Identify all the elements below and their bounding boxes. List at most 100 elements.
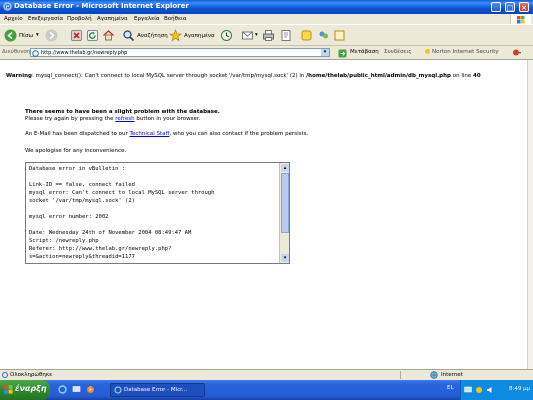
mail-icon[interactable] bbox=[241, 29, 254, 42]
warning-message: Warning: mysql_connect(): Can't connect … bbox=[6, 73, 481, 79]
warning-suffix: on line bbox=[452, 73, 472, 79]
email-message: An E-Mail has been dispatched to our Tec… bbox=[25, 131, 308, 137]
page-content: Warning: mysql_connect(): Can't connect … bbox=[0, 60, 527, 369]
history-icon[interactable] bbox=[220, 29, 233, 42]
status-divider bbox=[400, 371, 401, 379]
norton-tray-icon[interactable] bbox=[475, 386, 483, 396]
favorites-label[interactable]: Αγαπημένα bbox=[184, 33, 215, 39]
menu-tools[interactable]: Εργαλεία bbox=[134, 16, 160, 22]
error-details-textarea[interactable]: Database error in vBulletin : Link-ID ==… bbox=[25, 162, 290, 264]
norton-toolbar-label[interactable]: Norton Internet Security bbox=[425, 49, 499, 55]
clock: 8:49 μμ bbox=[509, 386, 531, 392]
error-line: mysql error: Can't connect to local MySQ… bbox=[29, 190, 215, 196]
task-label: Database Error - Micr... bbox=[124, 387, 188, 393]
menu-help[interactable]: Βοήθεια bbox=[164, 16, 186, 22]
language-indicator[interactable]: EL bbox=[447, 385, 454, 391]
warning-line: 40 bbox=[473, 73, 481, 79]
go-label: Μετάβαση bbox=[350, 49, 379, 55]
error-line: mysql error number: 2002 bbox=[29, 214, 109, 220]
error-line: Script: /newreply.php bbox=[29, 238, 99, 244]
error-line: Link-ID == false, connect failed bbox=[29, 182, 135, 188]
ie-icon: e bbox=[3, 2, 12, 11]
menu-view[interactable]: Προβολή bbox=[67, 16, 92, 22]
mail-dropdown-icon[interactable]: ▾ bbox=[255, 32, 258, 38]
address-label: Διεύθυνση bbox=[2, 49, 31, 55]
network-icon[interactable] bbox=[464, 386, 472, 396]
volume-icon[interactable] bbox=[486, 386, 494, 396]
page-scrollbar[interactable] bbox=[527, 60, 533, 369]
menu-file[interactable]: Αρχείο bbox=[4, 16, 23, 22]
email-pre: An E-Mail has been dispatched to our bbox=[25, 131, 128, 137]
address-input[interactable]: http://www.thelab.gr/newreply.php ▾ bbox=[30, 48, 330, 57]
scroll-thumb[interactable] bbox=[281, 173, 289, 233]
warning-prefix: Warning bbox=[6, 73, 32, 79]
print-icon[interactable] bbox=[262, 29, 275, 42]
error-line: Database error in vBulletin : bbox=[29, 166, 126, 172]
links-label[interactable]: Συνδέσεις bbox=[384, 49, 412, 55]
status-text: Ολοκληρώθηκε bbox=[10, 372, 53, 378]
menu-edit[interactable]: Επεξεργασία bbox=[28, 16, 63, 22]
textarea-scrollbar[interactable]: ▴ ▾ bbox=[279, 163, 289, 263]
error-line: s=&action=newreply&threadid=1177 bbox=[29, 254, 135, 260]
back-label[interactable]: Πίσω bbox=[19, 33, 33, 39]
task-ie-icon bbox=[114, 386, 122, 396]
address-url: http://www.thelab.gr/newreply.php bbox=[41, 50, 128, 56]
warning-path: /home/thelab/public_html/admin/db_mysql.… bbox=[306, 73, 451, 79]
refresh-icon[interactable] bbox=[86, 29, 99, 42]
discuss-icon[interactable] bbox=[317, 29, 330, 42]
status-bar: Ολοκληρώθηκε Internet bbox=[0, 369, 533, 380]
apology-message: We apologise for any inconvenience. bbox=[25, 148, 127, 154]
toolbar: Πίσω ▾ Αναζήτηση Αγαπημένα ▾ bbox=[0, 24, 533, 46]
quicklaunch-media-icon[interactable] bbox=[86, 385, 95, 396]
forward-arrow-icon[interactable] bbox=[45, 29, 58, 42]
address-dropdown-icon[interactable]: ▾ bbox=[321, 49, 329, 56]
stop-icon[interactable] bbox=[70, 29, 83, 42]
error-line: Date: Wednesday 24th of November 2004 08… bbox=[29, 230, 192, 236]
quicklaunch-desktop-icon[interactable] bbox=[72, 385, 81, 396]
warning-text: : mysql_connect(): Can't connect to loca… bbox=[31, 73, 305, 79]
close-button[interactable]: × bbox=[519, 2, 529, 12]
email-post: , who you can also contact if the proble… bbox=[169, 131, 309, 137]
messenger-icon[interactable] bbox=[300, 29, 313, 42]
error-line: socket '/var/tmp/mysql.sock' (2) bbox=[29, 198, 135, 204]
refresh-link[interactable]: refresh bbox=[115, 116, 134, 122]
minimize-button[interactable]: _ bbox=[491, 2, 501, 12]
research-icon[interactable] bbox=[333, 29, 346, 42]
retry-pre: Please try again by pressing the bbox=[25, 116, 114, 122]
back-dropdown-icon[interactable]: ▾ bbox=[36, 32, 39, 38]
search-label[interactable]: Αναζήτηση bbox=[137, 33, 168, 39]
error-line: Referer: http://www.thelab.gr/newreply.p… bbox=[29, 246, 172, 252]
scroll-up-icon[interactable]: ▴ bbox=[281, 164, 289, 172]
back-arrow-icon[interactable] bbox=[4, 29, 17, 42]
start-label: έναρξη bbox=[15, 384, 47, 393]
retry-message: Please try again by pressing the refresh… bbox=[25, 116, 200, 122]
start-button[interactable]: έναρξη bbox=[0, 380, 50, 400]
title-bar[interactable]: e Database Error - Microsoft Internet Ex… bbox=[0, 0, 533, 14]
taskbar-ie-window[interactable]: Database Error - Micr... bbox=[110, 383, 205, 397]
favorites-star-icon[interactable] bbox=[169, 29, 182, 42]
svg-text:e: e bbox=[6, 3, 10, 11]
menu-bar: Αρχείο Επεξεργασία Προβολή Αγαπημένα Εργ… bbox=[0, 14, 533, 24]
norton-options-icon[interactable] bbox=[512, 48, 522, 59]
address-bar: Διεύθυνση http://www.thelab.gr/newreply.… bbox=[0, 46, 533, 60]
menu-favorites[interactable]: Αγαπημένα bbox=[97, 16, 128, 22]
taskbar: έναρξη Database Error - Micr... EL 8:49 … bbox=[0, 380, 533, 400]
home-icon[interactable] bbox=[102, 29, 115, 42]
quicklaunch-ie-icon[interactable] bbox=[58, 385, 67, 396]
done-page-icon bbox=[2, 372, 8, 380]
norton-icon bbox=[425, 49, 430, 54]
edit-icon[interactable] bbox=[280, 29, 293, 42]
search-icon[interactable] bbox=[122, 29, 135, 42]
windows-logo-icon bbox=[4, 385, 13, 396]
window-title: Database Error - Microsoft Internet Expl… bbox=[14, 2, 189, 10]
maximize-button[interactable]: □ bbox=[505, 2, 515, 12]
technical-staff-link[interactable]: Technical Staff bbox=[130, 131, 170, 137]
scroll-down-icon[interactable]: ▾ bbox=[281, 254, 289, 262]
retry-post: button in your browser. bbox=[136, 116, 201, 122]
norton-text: Norton Internet Security bbox=[432, 49, 499, 55]
system-tray: 8:49 μμ bbox=[460, 380, 533, 400]
page-icon bbox=[32, 50, 39, 59]
error-heading: There seems to have been a slight proble… bbox=[25, 109, 220, 115]
zone-label: Internet bbox=[441, 372, 463, 378]
go-arrow-icon bbox=[338, 49, 347, 58]
